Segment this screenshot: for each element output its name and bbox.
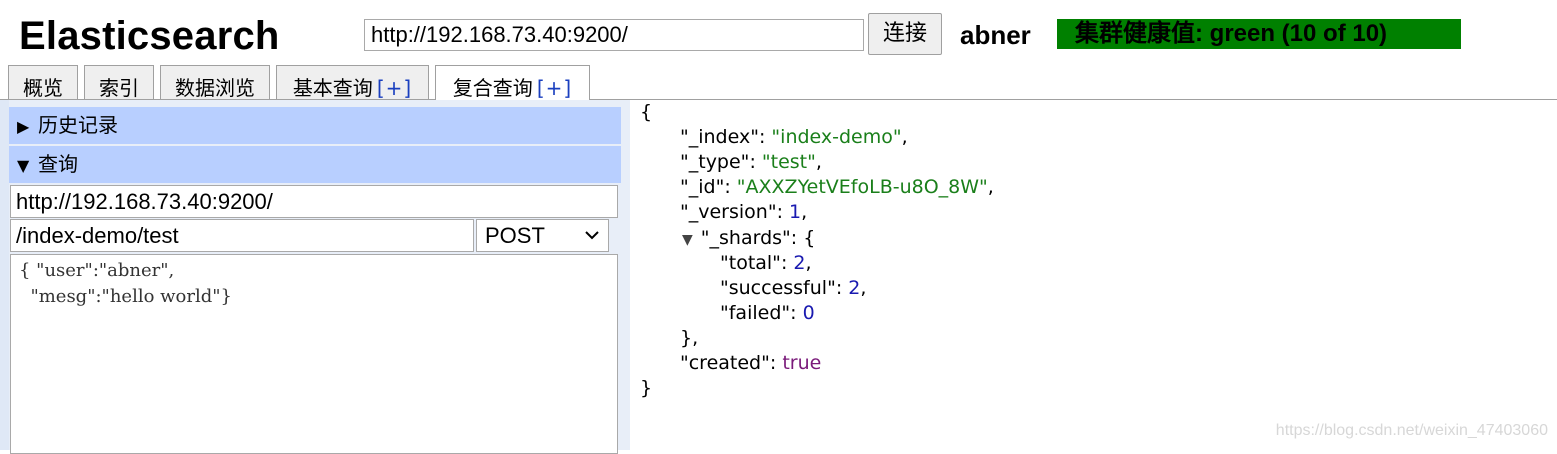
- connect-button[interactable]: 连接: [868, 13, 942, 55]
- json-key: "total": [720, 252, 781, 274]
- json-open-brace: {: [640, 101, 653, 123]
- json-version-line: "_version": 1,: [680, 201, 808, 223]
- request-body-editor[interactable]: { "user":"abner", "mesg":"hello world"}: [10, 254, 618, 454]
- cluster-name: abner: [960, 20, 1031, 50]
- json-value: "index-demo": [771, 126, 902, 148]
- json-index-line: "_index": "index-demo",: [680, 126, 908, 148]
- connect-url-input[interactable]: [364, 19, 864, 51]
- tab-bar: 概览 索引 数据浏览 基本查询 [+] 复合查询 [+]: [0, 64, 1557, 101]
- method-value: POST: [485, 223, 545, 248]
- body-line: "mesg":"hello world"}: [19, 286, 233, 307]
- json-value: 2: [848, 277, 861, 299]
- method-select[interactable]: POST: [476, 219, 609, 252]
- tab-browser[interactable]: 数据浏览: [160, 65, 270, 99]
- watermark: https://blog.csdn.net/weixin_47403060: [1275, 422, 1548, 439]
- response-json-view: { "_index": "index-demo", "_type": "test…: [638, 100, 1538, 450]
- json-shards-close: },: [680, 327, 699, 349]
- json-shards-line: ▼ "_shards": {: [682, 226, 815, 253]
- json-key: "_shards": [700, 227, 791, 249]
- json-key: "created": [680, 352, 770, 374]
- query-section-header[interactable]: ▼ 查询: [9, 146, 621, 183]
- json-close-brace: }: [640, 377, 653, 399]
- json-value: 1: [789, 201, 802, 223]
- tab-label: 数据浏览: [175, 76, 255, 99]
- json-key: "_id": [680, 176, 725, 198]
- json-id-line: "_id": "AXXZYetVEfoLB-u8O_8W",: [680, 176, 994, 198]
- json-successful-line: "successful": 2,: [720, 277, 867, 299]
- history-label: 历史记录: [38, 113, 118, 137]
- tab-basic-query[interactable]: 基本查询 [+]: [276, 65, 429, 99]
- panel-gutter: [0, 100, 9, 450]
- json-key: "_index": [680, 126, 759, 148]
- tab-label: 基本查询: [292, 76, 373, 99]
- json-failed-line: "failed": 0: [720, 302, 815, 324]
- server-url-input[interactable]: [10, 185, 618, 218]
- json-value: "test": [761, 151, 816, 173]
- json-type-line: "_type": "test",: [680, 151, 822, 173]
- query-label: 查询: [38, 152, 78, 176]
- tab-overview[interactable]: 概览: [8, 65, 78, 99]
- json-value: 0: [802, 302, 815, 324]
- caret-right-icon: ▶: [17, 117, 30, 136]
- json-value: "AXXZYetVEfoLB-u8O_8W": [736, 176, 988, 198]
- json-key: "_version": [680, 201, 777, 223]
- app-header: Elasticsearch 连接 abner 集群健康值: green (10 …: [0, 0, 1557, 64]
- tab-add-link[interactable]: [+]: [537, 76, 572, 100]
- collapse-toggle-icon[interactable]: ▼: [682, 228, 693, 253]
- json-key: "_type": [680, 151, 750, 173]
- tab-label: 概览: [23, 76, 63, 99]
- tab-label: 索引: [99, 76, 139, 99]
- tab-add-link[interactable]: [+]: [377, 76, 412, 99]
- app-title: Elasticsearch: [19, 14, 280, 58]
- body-line: { "user":"abner",: [19, 260, 175, 281]
- history-section-header[interactable]: ▶ 历史记录: [9, 107, 621, 144]
- tab-label: 复合查询: [452, 76, 533, 100]
- json-key: "failed": [720, 302, 791, 324]
- caret-down-icon: ▼: [17, 156, 30, 175]
- cluster-health-badge: 集群健康值: green (10 of 10): [1057, 19, 1461, 49]
- json-created-line: "created": true: [680, 352, 822, 374]
- tab-compound-query[interactable]: 复合查询 [+]: [435, 65, 590, 101]
- json-value: 2: [793, 252, 806, 274]
- json-key: "successful": [720, 277, 836, 299]
- request-path-input[interactable]: [10, 219, 474, 252]
- tab-indices[interactable]: 索引: [84, 65, 154, 99]
- json-value: true: [782, 352, 822, 374]
- json-total-line: "total": 2,: [720, 252, 812, 274]
